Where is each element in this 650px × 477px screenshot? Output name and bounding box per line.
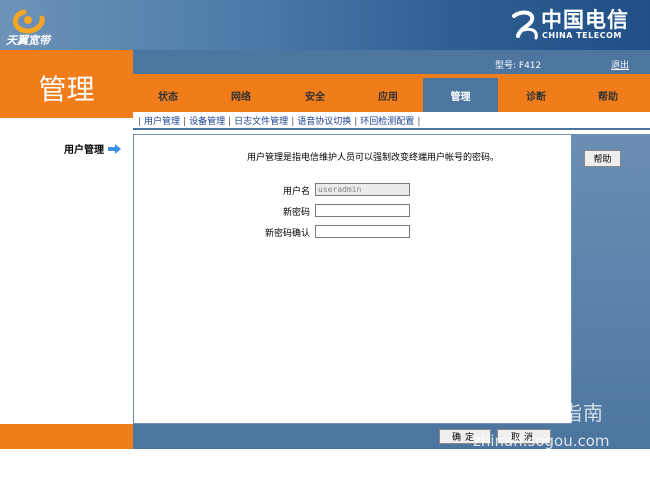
- sidebar-item-user-management[interactable]: 用户管理: [64, 141, 121, 156]
- tab-help[interactable]: 帮助: [598, 88, 618, 103]
- left-stripe: [0, 118, 133, 133]
- main-content: [133, 134, 572, 424]
- watermark-cn: 搜狗指南: [520, 401, 604, 425]
- tab-security[interactable]: 安全: [305, 88, 325, 103]
- tab-diagnostics[interactable]: 诊断: [526, 88, 546, 103]
- china-telecom-en: CHINA TELECOM: [542, 31, 622, 40]
- username-label: 用户名: [282, 187, 310, 197]
- confirm-password-input[interactable]: [315, 225, 410, 238]
- new-password-label: 新密码: [282, 208, 310, 218]
- logout-link[interactable]: 退出: [611, 58, 629, 71]
- watermark-en: zhinan.sogou.com: [473, 432, 610, 450]
- subnav: | 用户管理 | 设备管理 | 日志文件管理 | 语音协议切换 | 环回检测配置 |: [138, 117, 421, 127]
- left-footer-panel: [0, 424, 133, 449]
- username-input[interactable]: [315, 183, 410, 196]
- arrow-right-icon: [108, 143, 121, 154]
- page-title: 管理: [38, 73, 95, 106]
- sidebar: [0, 133, 133, 424]
- tab-management[interactable]: 管理: [423, 88, 498, 103]
- subnav-user-management[interactable]: 用户管理: [144, 117, 180, 127]
- subnav-device-management[interactable]: 设备管理: [189, 117, 225, 127]
- confirm-password-label: 新密码确认: [264, 229, 310, 239]
- model-label: 型号: F412: [495, 61, 542, 71]
- china-telecom-cn: 中国电信: [541, 7, 629, 32]
- new-password-input[interactable]: [315, 204, 410, 217]
- tab-application[interactable]: 应用: [378, 88, 398, 103]
- subnav-log-management[interactable]: 日志文件管理: [234, 117, 288, 127]
- help-button[interactable]: 帮助: [584, 150, 621, 167]
- sidebar-item-label: 用户管理: [64, 145, 104, 156]
- subnav-voice-protocol[interactable]: 语音协议切换: [297, 117, 351, 127]
- right-panel: [572, 134, 650, 424]
- sogou-watermark-icon: [485, 399, 509, 423]
- subnav-loopback-config[interactable]: 环回检测配置: [360, 117, 414, 127]
- tab-status[interactable]: 状态: [158, 88, 178, 103]
- tab-network[interactable]: 网络: [231, 88, 251, 103]
- brand-text: 天翼宽带: [6, 34, 50, 47]
- main-description: 用户管理是指电信维护人员可以强制改变终端用户帐号的密码。: [247, 153, 500, 163]
- info-bar: [133, 50, 650, 74]
